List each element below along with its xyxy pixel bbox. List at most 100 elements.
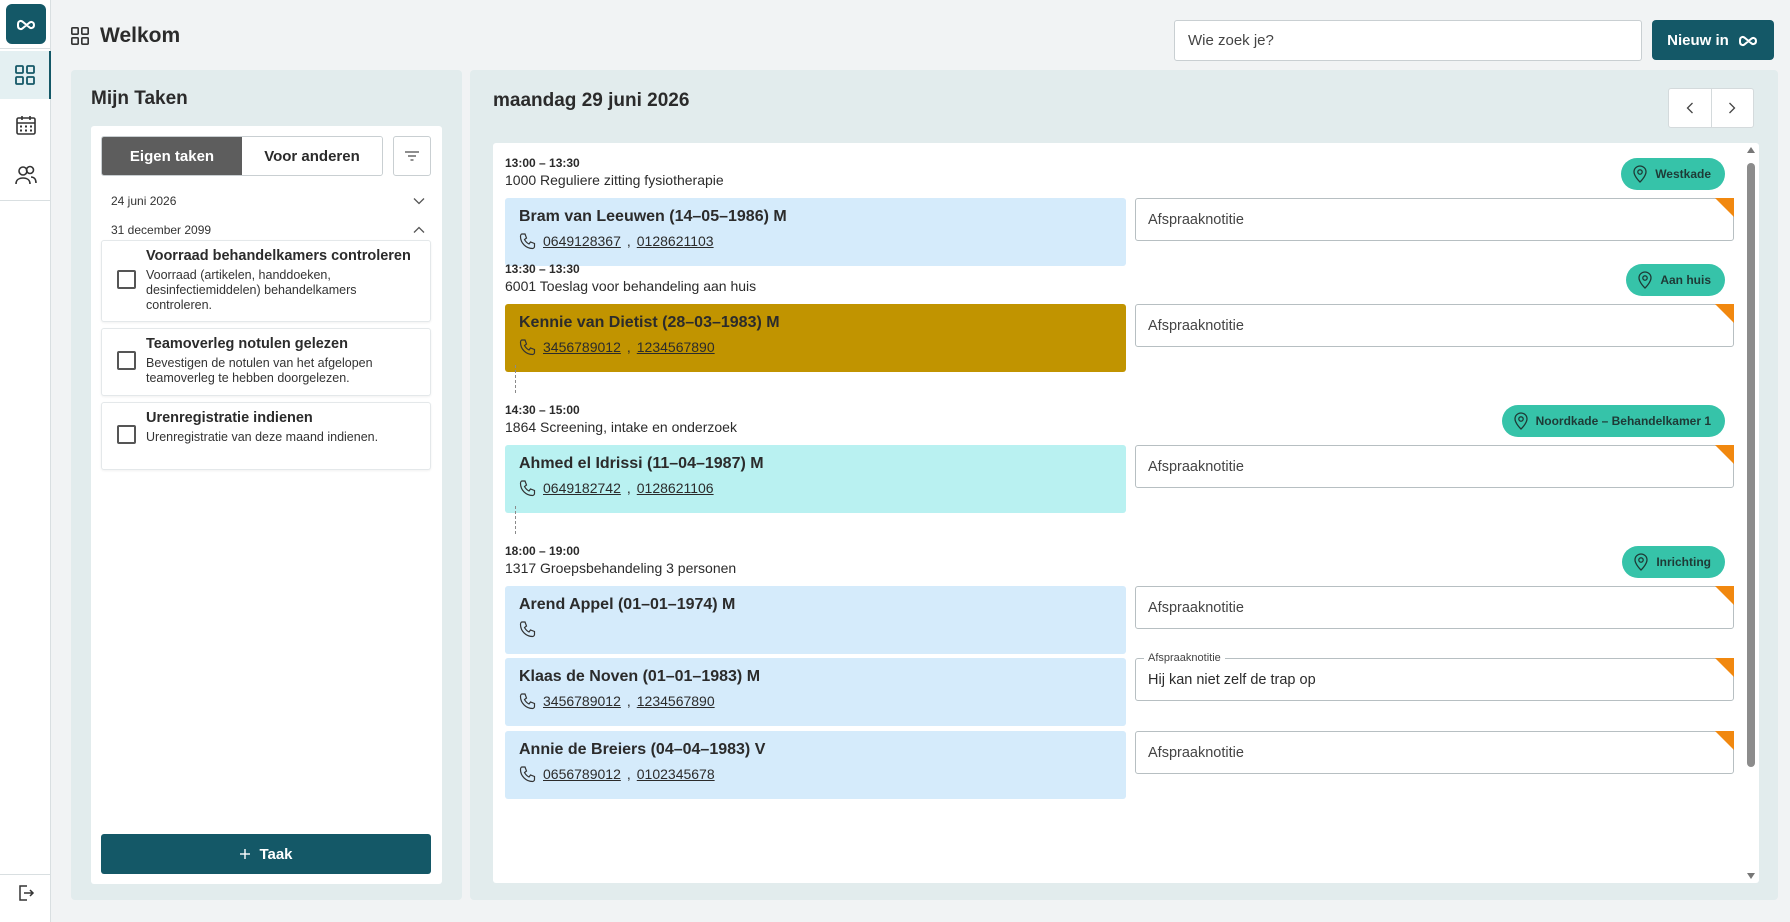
logout-icon	[18, 885, 34, 901]
location-label: Westkade	[1655, 167, 1711, 181]
patient-card[interactable]: Klaas de Noven (01–01–1983) M 3456789012…	[505, 658, 1126, 726]
note-corner-marker	[1715, 445, 1734, 464]
tab-for-others[interactable]: Voor anderen	[242, 137, 382, 175]
date-group-toggle[interactable]: 31 december 2099	[101, 218, 431, 242]
note-placeholder: Afspraaknotitie	[1148, 318, 1244, 334]
patient-card[interactable]: Arend Appel (01–01–1974) M	[505, 586, 1126, 654]
phone-link[interactable]: 3456789012	[543, 693, 621, 709]
nav-clients[interactable]	[0, 151, 51, 199]
calendar-icon	[15, 116, 36, 135]
tab-own-tasks[interactable]: Eigen taken	[102, 137, 242, 175]
patient-card[interactable]: Annie de Breiers (04–04–1983) V 06567890…	[505, 731, 1126, 799]
date-group-label: 31 december 2099	[111, 223, 212, 237]
task-checkbox[interactable]	[117, 351, 136, 370]
task-title: Teamoverleg notulen gelezen	[146, 336, 348, 352]
phone-link[interactable]: 0128621106	[637, 480, 714, 496]
task-item[interactable]: Voorraad behandelkamers controleren Voor…	[101, 240, 431, 322]
task-checkbox[interactable]	[117, 270, 136, 289]
chevron-up-icon	[413, 226, 425, 233]
phone-link[interactable]: 0649182742	[543, 480, 621, 496]
note-placeholder: Afspraaknotitie	[1148, 600, 1244, 616]
agenda-panel: maandag 29 juni 2026 13:00 – 13:30 1000 …	[470, 70, 1778, 900]
task-checkbox[interactable]	[117, 425, 136, 444]
add-task-label: Taak	[259, 845, 293, 863]
search-input[interactable]	[1174, 20, 1642, 61]
phone-link[interactable]: 0649128367	[543, 233, 621, 249]
appointment-note-field[interactable]: Afspraaknotitie	[1135, 445, 1734, 488]
home-logo-button[interactable]	[6, 4, 46, 44]
task-item[interactable]: Teamoverleg notulen gelezen Bevestigen d…	[101, 328, 431, 396]
chevron-right-icon	[1729, 102, 1736, 114]
task-title: Voorraad behandelkamers controleren	[146, 248, 411, 264]
infinity-heart-icon	[1738, 35, 1757, 47]
appointment-note-field[interactable]: Afspraaknotitie	[1135, 304, 1734, 347]
agenda-scrollbar[interactable]	[1745, 145, 1757, 881]
patient-card[interactable]: Bram van Leeuwen (14–05–1986) M 06491283…	[505, 198, 1126, 266]
location-badge[interactable]: Noordkade – Behandelkamer 1	[1501, 405, 1725, 437]
location-label: Noordkade – Behandelkamer 1	[1535, 414, 1711, 428]
location-pin-icon	[1634, 553, 1648, 571]
next-day-button[interactable]	[1712, 89, 1754, 127]
agenda-date-title: maandag 29 juni 2026	[493, 90, 690, 111]
task-item[interactable]: Urenregistratie indienen Urenregistratie…	[101, 402, 431, 470]
slot-description: 6001 Toeslag voor behandeling aan huis	[505, 278, 757, 294]
phone-link[interactable]: 3456789012	[543, 339, 621, 355]
scroll-up-arrow[interactable]	[1747, 147, 1755, 153]
appointment-note-field[interactable]: Afspraaknotitie	[1135, 586, 1734, 629]
tasks-panel: Mijn Taken Eigen taken Voor anderen 24 j…	[71, 70, 462, 900]
time-gap-indicator	[515, 365, 516, 393]
phone-icon	[519, 693, 536, 710]
location-label: Aan huis	[1660, 273, 1711, 287]
patient-card[interactable]: Ahmed el Idrissi (11–04–1987) M 06491827…	[505, 445, 1126, 513]
new-client-button[interactable]: Nieuw in	[1652, 20, 1774, 60]
note-corner-marker	[1715, 586, 1734, 605]
appointment-note-field[interactable]: Afspraaknotitie Hij kan niet zelf de tra…	[1135, 652, 1734, 701]
patient-name: Kennie van Dietist (28–03–1983) M	[519, 314, 780, 331]
location-pin-icon	[1638, 271, 1652, 289]
patient-phones: 0649182742, 0128621106	[519, 479, 1112, 497]
phone-link[interactable]: 0656789012	[543, 766, 621, 782]
agenda-list: 13:00 – 13:30 1000 Reguliere zitting fys…	[493, 143, 1759, 883]
phone-link[interactable]: 0128621103	[637, 233, 714, 249]
slot-time: 18:00 – 19:00	[505, 544, 580, 558]
note-placeholder: Afspraaknotitie	[1148, 459, 1244, 475]
previous-day-button[interactable]	[1669, 89, 1712, 127]
phone-icon	[519, 339, 536, 356]
tasks-card: Eigen taken Voor anderen 24 juni 2026 31…	[91, 126, 442, 884]
location-badge[interactable]: Inrichting	[1622, 546, 1725, 578]
slot-time: 13:30 – 13:30	[505, 262, 580, 276]
slot-description: 1000 Reguliere zitting fysiotherapie	[505, 172, 724, 188]
patient-name: Klaas de Noven (01–01–1983) M	[519, 668, 761, 685]
rail-divider	[0, 200, 51, 201]
note-placeholder: Afspraaknotitie	[1148, 212, 1244, 228]
grid-icon	[14, 65, 35, 85]
logout-button[interactable]	[0, 878, 51, 908]
nav-calendar[interactable]	[0, 101, 51, 149]
appointment-note-field[interactable]: Afspraaknotitie	[1135, 731, 1734, 774]
note-corner-marker	[1715, 198, 1734, 217]
tasks-title: Mijn Taken	[91, 88, 188, 109]
filter-button[interactable]	[393, 136, 431, 176]
note-value: Hij kan niet zelf de trap op	[1148, 672, 1316, 688]
phone-link[interactable]: 1234567890	[637, 693, 715, 709]
scroll-down-arrow[interactable]	[1747, 873, 1755, 879]
date-group-toggle[interactable]: 24 juni 2026	[101, 189, 431, 213]
task-tabs: Eigen taken Voor anderen	[101, 136, 383, 176]
phone-link[interactable]: 0102345678	[637, 766, 715, 782]
patient-phones: 3456789012, 1234567890	[519, 692, 1112, 710]
location-badge[interactable]: Aan huis	[1626, 264, 1725, 296]
nav-dashboard[interactable]	[0, 51, 51, 99]
grid-icon	[71, 27, 89, 45]
location-label: Inrichting	[1656, 555, 1711, 569]
patient-card[interactable]: Kennie van Dietist (28–03–1983) M 345678…	[505, 304, 1126, 372]
appointment-note-field[interactable]: Afspraaknotitie	[1135, 198, 1734, 241]
slot-description: 1864 Screening, intake en onderzoek	[505, 419, 737, 435]
note-corner-marker	[1715, 731, 1734, 750]
patient-name: Arend Appel (01–01–1974) M	[519, 596, 736, 613]
phone-link[interactable]: 1234567890	[637, 339, 715, 355]
location-badge[interactable]: Westkade	[1621, 158, 1725, 190]
add-task-button[interactable]: Taak	[101, 834, 431, 874]
day-navigation	[1668, 88, 1754, 128]
note-corner-marker	[1715, 304, 1734, 323]
scrollbar-thumb[interactable]	[1747, 163, 1755, 767]
